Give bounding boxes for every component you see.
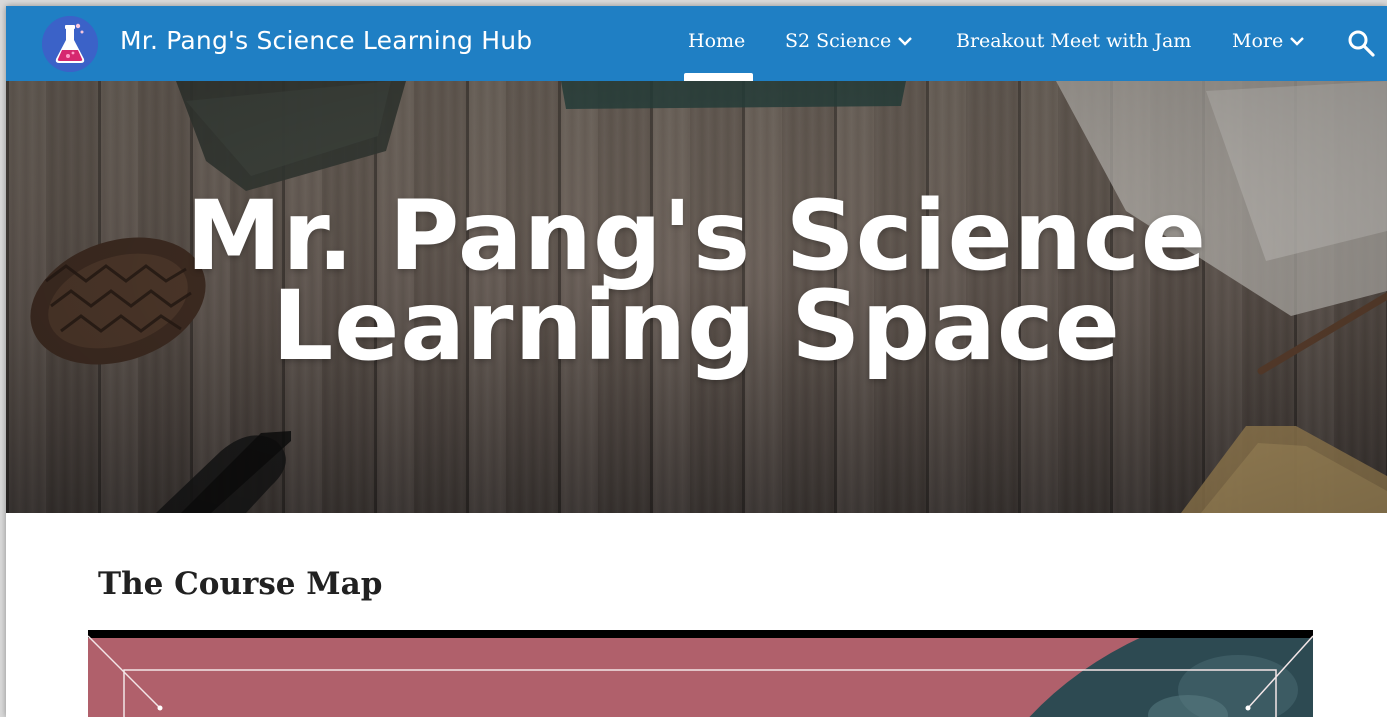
nav-home[interactable]: Home: [688, 30, 745, 52]
active-nav-indicator: [684, 73, 753, 81]
site-title[interactable]: Mr. Pang's Science Learning Hub: [120, 26, 532, 55]
chevron-down-icon: [898, 36, 913, 46]
hero-banner: Mr. Pang's Science Learning Space: [6, 81, 1387, 513]
nav-s2-science[interactable]: S2 Science: [785, 30, 913, 52]
hero-title-line-2: Learning Space: [272, 270, 1121, 382]
course-map-graphic: [88, 630, 1313, 717]
section-heading-course-map: The Course Map: [98, 566, 383, 602]
hero-title-line-1: Mr. Pang's Science: [185, 180, 1208, 292]
site-logo-flask-icon[interactable]: [42, 16, 98, 72]
nav-s2-science-label: S2 Science: [785, 30, 892, 52]
search-icon: [1348, 30, 1375, 57]
chevron-down-icon: [1290, 36, 1305, 46]
hero-title: Mr. Pang's Science Learning Space: [6, 180, 1387, 382]
site-header: Mr. Pang's Science Learning Hub Home S2 …: [6, 6, 1387, 81]
nav-more-label: More: [1232, 30, 1284, 52]
nav-more[interactable]: More: [1232, 30, 1305, 52]
nav-breakout-meet[interactable]: Breakout Meet with Jam: [956, 30, 1191, 52]
course-map-embed[interactable]: [88, 630, 1313, 717]
search-button[interactable]: [1346, 28, 1376, 58]
browser-page: Mr. Pang's Science Learning Hub Home S2 …: [6, 6, 1387, 717]
